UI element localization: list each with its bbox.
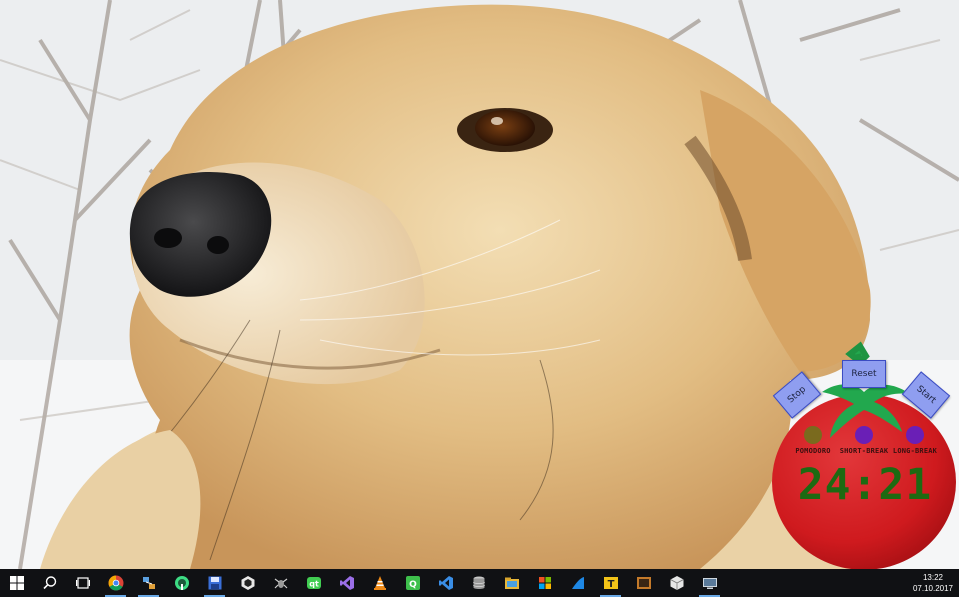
taskbar-app-media[interactable] [627,569,660,597]
desktop: Reset Stop Start POMODORO SHORT-BREAK LO… [0,0,959,597]
vscode-icon [438,576,453,590]
taskbar-app-text[interactable]: T [594,569,627,597]
search-icon [42,576,56,590]
taskbar-app-unity[interactable] [231,569,264,597]
reset-button[interactable]: Reset [842,360,886,388]
media-app-icon [636,577,651,589]
database-icon [472,576,485,589]
mode-long-break: LONG-BREAK [885,426,945,455]
taskbar-app-vlc[interactable] [363,569,396,597]
clock-date: 07.10.2017 [912,584,954,593]
svg-text:qt: qt [309,580,319,589]
start-button[interactable] [0,569,33,597]
cube-app-icon [669,576,684,590]
taskbar-app-network[interactable] [132,569,165,597]
unity-icon [241,576,254,590]
clock-time: 13:22 [922,573,944,582]
taskbar-app-cube[interactable] [660,569,693,597]
qt-creator-icon: qt [306,577,321,589]
pomodoro-widget: Reset Stop Start POMODORO SHORT-BREAK LO… [770,340,959,572]
taskbar-app-blue[interactable] [561,569,594,597]
taskbar-app-visual-studio[interactable] [330,569,363,597]
network-app-icon [142,577,155,589]
insect-app-icon [274,578,287,589]
system-clock[interactable]: 13:22 07.10.2017 [909,569,957,597]
svg-text:T: T [607,579,614,590]
pomodoro-mode-radio[interactable] [804,426,822,444]
file-explorer-icon [504,577,519,589]
taskbar-app-vscode[interactable] [429,569,462,597]
taskbar-app-file-explorer[interactable] [495,569,528,597]
taskbar-app-screen[interactable] [693,569,726,597]
long-break-mode-label: LONG-BREAK [892,447,938,455]
taskbar-app-save[interactable] [198,569,231,597]
short-break-mode-label: SHORT-BREAK [839,447,889,455]
qt-icon: Q [405,576,420,590]
taskbar-app-qt[interactable]: Q [396,569,429,597]
short-break-mode-radio[interactable] [855,426,873,444]
pomodoro-mode-label: POMODORO [795,447,831,455]
taskbar: qt Q T 13:22 07.10.2017 [0,569,959,597]
taskbar-app-qt-creator[interactable]: qt [297,569,330,597]
taskbar-app-database[interactable] [462,569,495,597]
taskbar-search-button[interactable] [33,569,66,597]
visual-studio-icon [339,576,354,590]
android-studio-icon [174,576,189,590]
windows-start-icon [9,576,24,590]
vlc-icon [373,576,386,590]
taskbar-app-chrome[interactable] [99,569,132,597]
windows-flag-app-icon [538,577,551,589]
taskbar-app-android-studio[interactable] [165,569,198,597]
taskbar-app-insect[interactable] [264,569,297,597]
screen-app-icon [702,578,717,589]
svg-text:Q: Q [409,580,417,590]
text-app-icon: T [603,577,618,590]
task-view-icon [75,577,90,589]
countdown-timer: 24:21 [797,460,933,510]
task-view-button[interactable] [66,569,99,597]
save-app-icon [208,576,221,590]
long-break-mode-radio[interactable] [906,426,924,444]
blue-app-icon [571,577,584,589]
taskbar-app-windows-flag[interactable] [528,569,561,597]
chrome-icon [108,575,123,591]
